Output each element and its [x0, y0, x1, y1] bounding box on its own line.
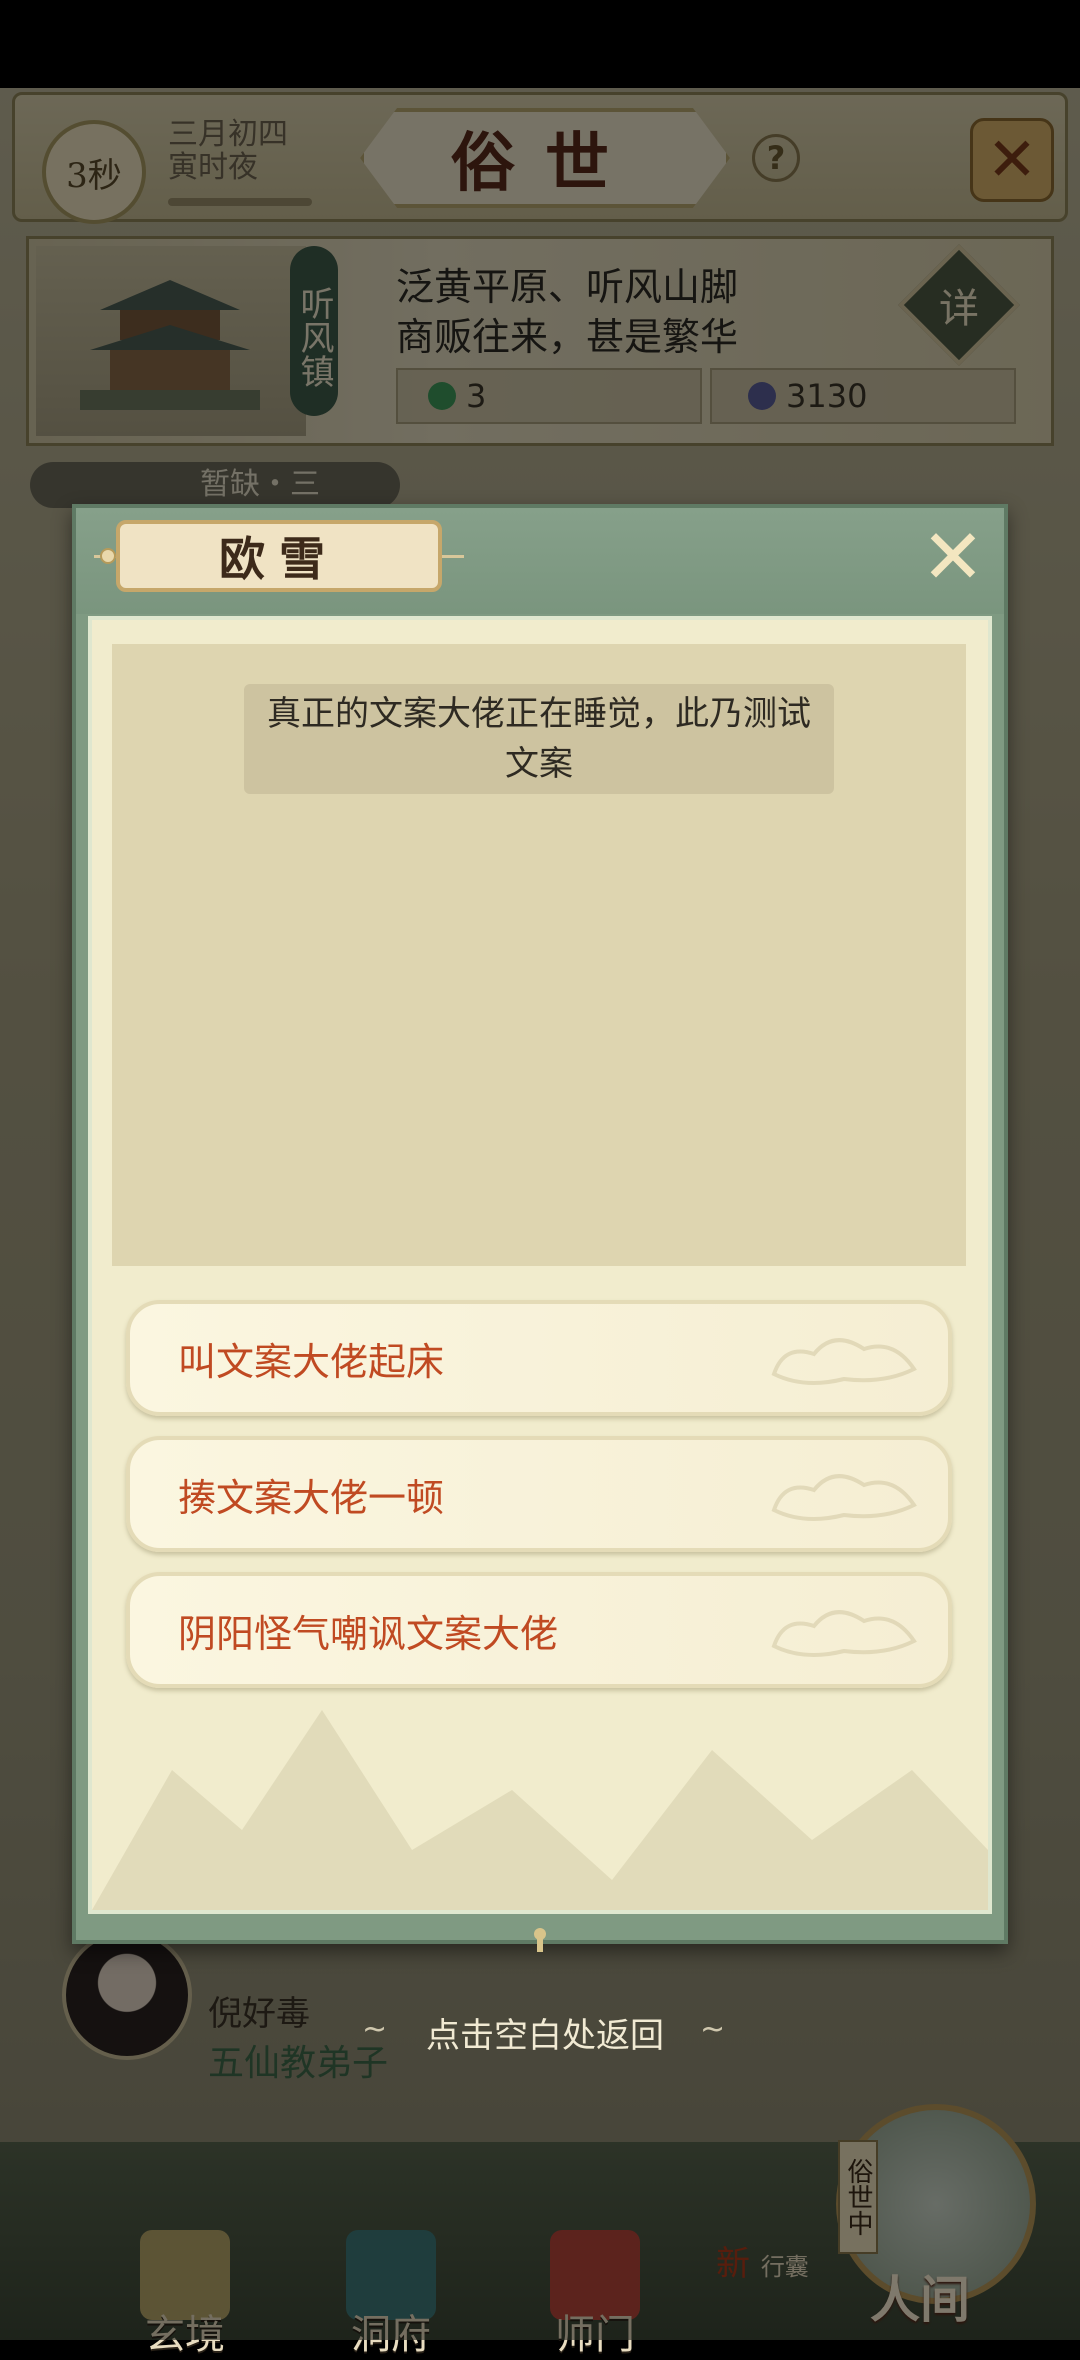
dialog-close-icon[interactable]: ✕ — [916, 519, 990, 595]
cloud-ornament-icon — [771, 1338, 917, 1385]
npc-name-plaque: 欧雪 — [116, 520, 442, 592]
option-label: 叫文案大佬起床 — [178, 1339, 445, 1384]
npc-message: 真正的文案大佬正在睡觉，此乃测试文案 — [244, 684, 834, 794]
mountain-painting — [92, 1710, 988, 1910]
dialog-bottom-knob-icon — [534, 1928, 546, 1952]
option-button[interactable]: 揍文案大佬一顿 — [126, 1436, 952, 1552]
plaque-knob-left — [100, 548, 116, 564]
option-label: 揍文案大佬一顿 — [178, 1475, 445, 1520]
swirl-right-icon: ~ — [700, 2012, 726, 2047]
cloud-ornament-icon — [771, 1474, 917, 1521]
option-button[interactable]: 叫文案大佬起床 — [126, 1300, 952, 1416]
return-hint: 点击空白处返回 — [426, 2015, 664, 2056]
